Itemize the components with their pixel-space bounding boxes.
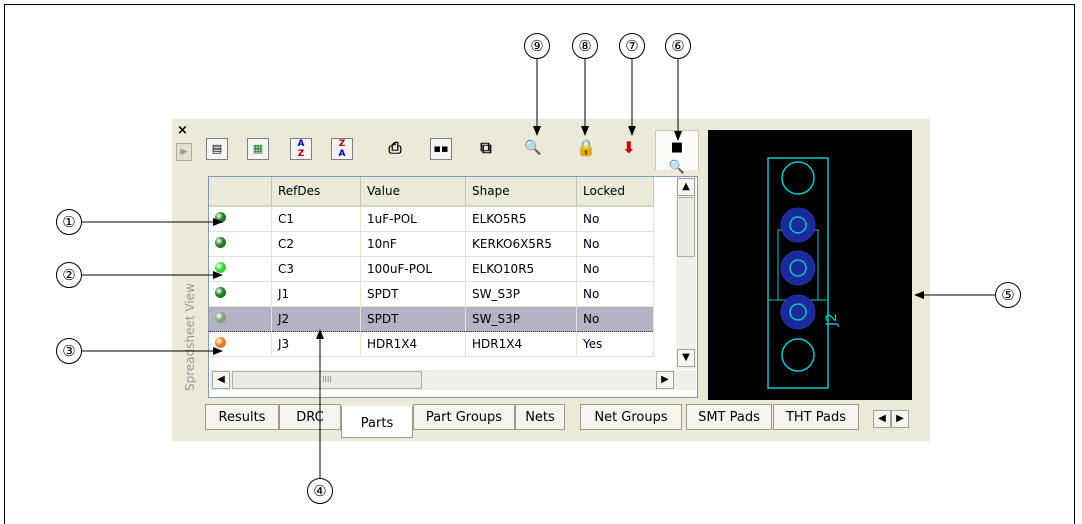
callout-6: ⑥: [665, 33, 691, 59]
callout-7: ⑦: [619, 33, 645, 59]
callout-5: ⑤: [995, 282, 1021, 308]
callout-8: ⑧: [572, 33, 598, 59]
callout-arrows: [81, 58, 995, 478]
callout-2: ②: [56, 262, 82, 288]
callout-4: ④: [307, 478, 333, 504]
callout-3: ③: [56, 338, 82, 364]
callout-1: ①: [56, 209, 82, 235]
callout-9: ⑨: [524, 33, 550, 59]
